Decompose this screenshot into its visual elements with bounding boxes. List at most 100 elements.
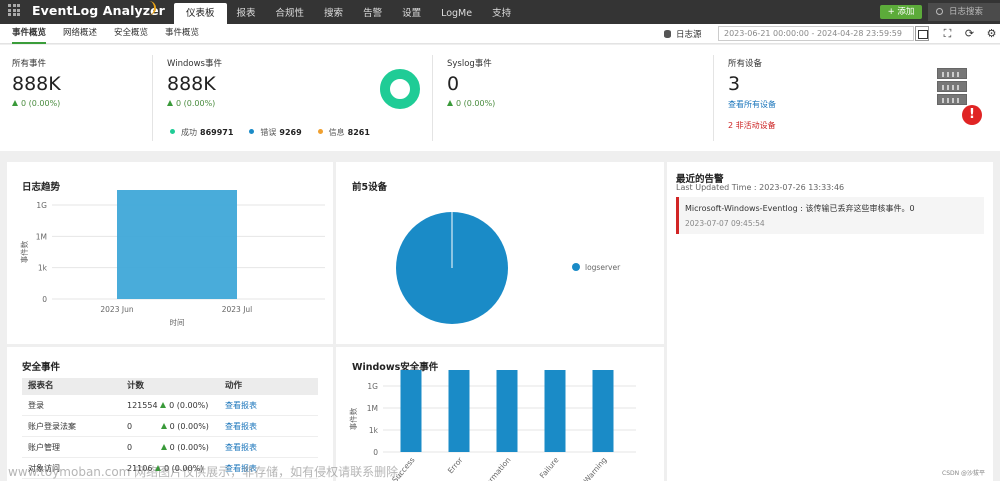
legend-label: 信息 — [328, 128, 345, 137]
kpi-delta: 0 (0.00%) — [167, 99, 222, 108]
kpi-title: 所有设备 — [728, 59, 763, 69]
y-tick-label: 1M — [36, 232, 47, 241]
kpi-delta: 0 (0.00%) — [447, 99, 495, 108]
sub-tab[interactable]: 安全概览 — [114, 24, 148, 44]
report-count: 0 0 (0.00%) — [122, 437, 220, 457]
log-source-label: 日志源 — [676, 30, 702, 40]
legend-label: 错误 — [260, 128, 277, 137]
kpi-syslog-events: Syslog事件 0 0 (0.00%) — [447, 57, 495, 108]
header-action: 动作 — [225, 381, 243, 391]
table-header: 报表名 计数 动作 — [22, 378, 318, 395]
kpi-title: Windows事件 — [167, 59, 222, 69]
report-name: 账户管理 — [28, 443, 60, 452]
report-count: 121554 0 (0.00%) — [122, 395, 220, 415]
nav-item[interactable]: 合规性 — [266, 3, 315, 24]
divider — [152, 55, 153, 141]
kpi-all-events: 所有事件 888K 0 (0.00%) — [12, 57, 61, 108]
bar[interactable] — [496, 370, 518, 452]
count-delta: 0 (0.00%) — [169, 443, 209, 452]
app-logo: EventLog Analyzer — [32, 3, 165, 18]
report-name: 登录 — [28, 401, 44, 410]
report-name: 账户登录法案 — [28, 422, 76, 431]
nav-item[interactable]: 支持 — [482, 3, 521, 24]
y-axis-label: 事件数 — [348, 407, 358, 430]
bar[interactable] — [400, 370, 422, 452]
report-count: 0 0 (0.00%) — [122, 416, 220, 436]
x-tick-label: Failure — [538, 455, 561, 480]
alert-text: Microsoft-Windows-Eventlog : 该传输已丢弃这些审核事… — [685, 204, 915, 213]
windows-events-donut[interactable] — [380, 69, 420, 109]
nav-item[interactable]: 设置 — [392, 3, 431, 24]
nav-item[interactable]: 仪表板 — [174, 3, 227, 24]
y-tick-label: 1M — [367, 404, 378, 413]
calendar-icon[interactable] — [915, 26, 929, 41]
windows-events-legend: 成功 869971 错误 9269 信息 8261 — [170, 127, 386, 138]
y-axis-label: 事件数 — [19, 240, 29, 263]
legend-item: 错误 9269 — [249, 127, 302, 138]
kpi-value: 888K — [12, 73, 61, 95]
nav-item[interactable]: 报表 — [227, 3, 266, 24]
apps-grid-icon[interactable] — [8, 4, 20, 16]
nav-item[interactable]: LogMe — [431, 3, 482, 24]
kpi-delta: 0 (0.00%) — [12, 99, 61, 108]
up-arrow-icon — [160, 402, 167, 408]
alert-icon: ! — [962, 105, 982, 125]
fullscreen-icon[interactable]: ⛶ — [941, 27, 954, 40]
up-arrow-icon — [447, 100, 453, 106]
bar[interactable] — [544, 370, 566, 452]
legend-item: 信息 8261 — [317, 127, 370, 138]
sub-tab[interactable]: 事件概览 — [12, 24, 47, 44]
legend-count: 9269 — [279, 128, 302, 137]
count-value: 0 — [127, 422, 133, 431]
inactive-devices-link[interactable]: 2 非活动设备 — [728, 120, 776, 131]
settings-gear-icon[interactable]: ⚙ — [985, 27, 998, 40]
legend-dot-icon — [170, 129, 175, 134]
kpi-delta-value: 0 (0.00%) — [456, 99, 496, 108]
sub-tab[interactable]: 事件概览 — [165, 24, 199, 44]
sub-bar: 事件概览 网络概述 安全概览 事件概览 日志源 2023-06-21 00:00:00… — [0, 24, 1000, 44]
pie-legend-label: logserver — [585, 263, 621, 272]
count-delta: 0 (0.00%) — [169, 422, 209, 431]
bar[interactable] — [592, 370, 614, 452]
top-bar: EventLog Analyzer 仪表板 报表 合规性 搜索 告警 设置 LogMe 支持 … — [0, 0, 1000, 24]
log-source-button[interactable]: 日志源 — [664, 28, 702, 40]
refresh-icon[interactable]: ⟳ — [963, 27, 976, 40]
date-range-input[interactable]: 2023-06-21 00:00:00 - 2024-04-28 23:59:5… — [718, 26, 914, 41]
legend-dot-icon — [572, 263, 580, 271]
legend-item: 成功 869971 — [170, 127, 233, 138]
y-tick-label: 1k — [369, 426, 379, 435]
kpi-windows-events: Windows事件 888K 0 (0.00%) — [167, 57, 222, 108]
up-arrow-icon — [12, 100, 18, 106]
alert-item[interactable]: Microsoft-Windows-Eventlog : 该传输已丢弃这些审核事… — [676, 197, 984, 234]
nav-item[interactable]: 搜索 — [314, 3, 353, 24]
log-search-input[interactable]: 日志搜索 — [928, 3, 1000, 21]
legend-label: 成功 — [181, 128, 197, 137]
sub-tab[interactable]: 网络概述 — [63, 24, 97, 44]
sub-tabs: 事件概览 网络概述 安全概览 事件概览 — [12, 24, 216, 44]
kpi-strip: 所有事件 888K 0 (0.00%) Windows事件 888K 0 (0.… — [0, 45, 1000, 151]
legend-count: 869971 — [200, 128, 234, 137]
view-report-link[interactable]: 查看报表 — [220, 395, 318, 415]
nav-item[interactable]: 告警 — [353, 3, 392, 24]
view-report-link[interactable]: 查看报表 — [220, 437, 318, 457]
view-report-link[interactable]: 查看报表 — [220, 416, 318, 436]
y-tick-label: 0 — [42, 295, 47, 304]
count-delta: 0 (0.00%) — [169, 401, 209, 410]
table-row: 登录 121554 0 (0.00%) 查看报表 — [22, 395, 318, 416]
x-tick-label: Error — [446, 455, 465, 475]
view-all-devices-link[interactable]: 查看所有设备 — [728, 99, 776, 110]
y-tick-label: 1G — [367, 382, 378, 391]
header-report-name: 报表名 — [28, 381, 54, 391]
table-row: 账户登录法案 0 0 (0.00%) 查看报表 — [22, 416, 318, 437]
count-value: 0 — [127, 443, 133, 452]
x-axis-label: 时间 — [170, 317, 185, 327]
security-events-title: 安全事件 — [22, 362, 61, 373]
kpi-delta-value: 0 (0.00%) — [21, 99, 61, 108]
bar[interactable] — [448, 370, 470, 452]
legend-count: 8261 — [347, 128, 370, 137]
y-tick-label: 1G — [36, 201, 47, 210]
y-tick-label: 1k — [38, 264, 48, 273]
add-button[interactable]: + 添加 — [880, 5, 922, 19]
csdn-credit: CSDN @沙拔平 — [942, 470, 986, 477]
header-count: 计数 — [127, 381, 145, 391]
